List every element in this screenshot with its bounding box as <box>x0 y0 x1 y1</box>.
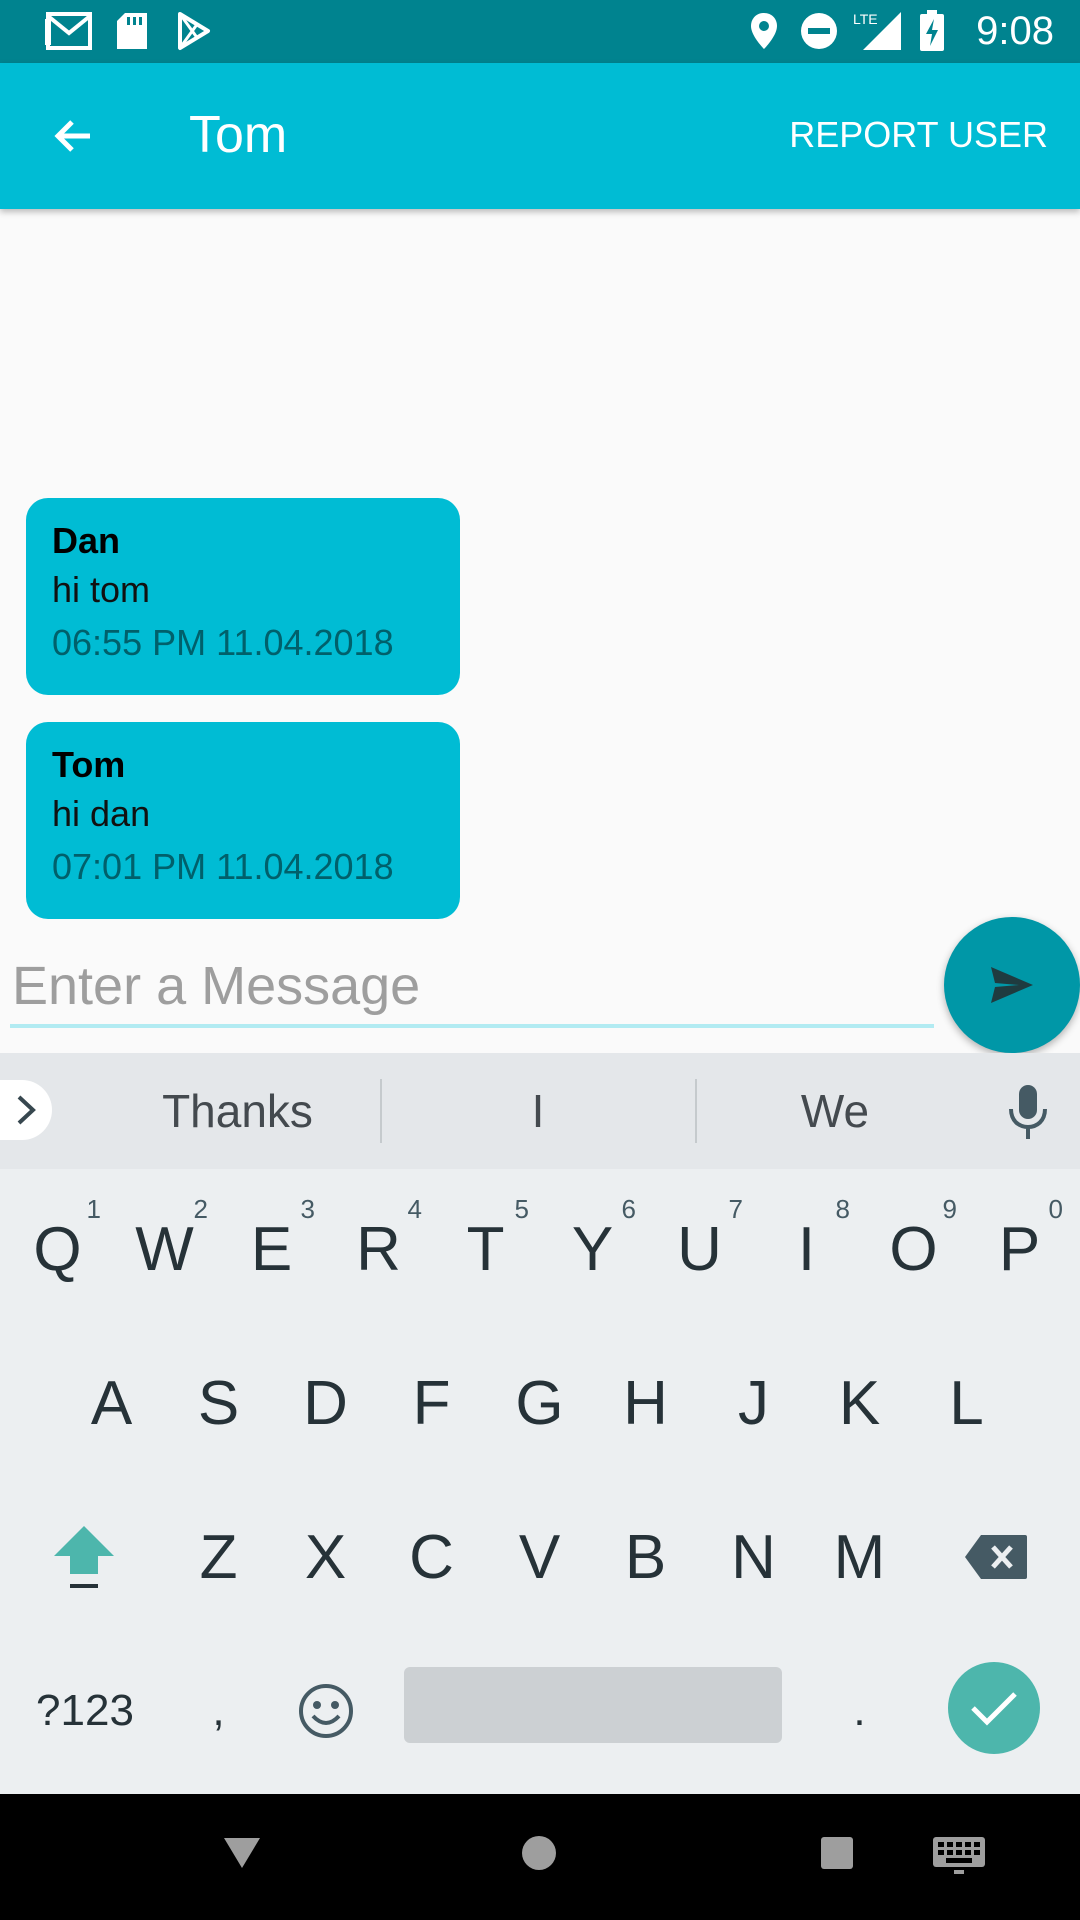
key-hint: 0 <box>1048 1194 1063 1224</box>
message-input[interactable] <box>10 948 934 1028</box>
spacebar[interactable] <box>404 1667 782 1743</box>
divider <box>695 1079 697 1143</box>
key-hint: 8 <box>835 1194 850 1224</box>
app-bar: Tom REPORT USER <box>0 63 1080 209</box>
key-label: I <box>797 1214 816 1284</box>
key-z[interactable]: Z <box>165 1482 272 1632</box>
arrow-back-icon <box>54 120 90 152</box>
suggestion-2[interactable]: I <box>438 1081 638 1141</box>
key-u[interactable]: U7 <box>646 1174 753 1324</box>
keyboard-icon[interactable] <box>932 1836 986 1874</box>
back-triangle-icon[interactable] <box>222 1836 262 1870</box>
key-hint: 9 <box>942 1194 957 1224</box>
status-bar: LTE 9:08 <box>0 0 1080 63</box>
key-y[interactable]: Y6 <box>539 1174 646 1324</box>
key-hint: 6 <box>621 1194 636 1224</box>
recents-icon[interactable] <box>820 1836 854 1870</box>
key-hint: 1 <box>86 1194 101 1224</box>
message-timestamp: 06:55 PM 11.04.2018 <box>52 622 394 663</box>
key-hint: 2 <box>193 1194 208 1224</box>
shift-icon <box>53 1526 114 1588</box>
key-label: E <box>250 1214 293 1284</box>
mic-icon[interactable] <box>1004 1083 1052 1141</box>
key-label: W <box>135 1214 194 1284</box>
battery-charging-icon <box>918 10 946 52</box>
key-p[interactable]: P0 <box>966 1174 1073 1324</box>
key-s[interactable]: S <box>165 1328 272 1478</box>
key-e[interactable]: E3 <box>218 1174 325 1324</box>
key-label: U <box>677 1214 722 1284</box>
done-button[interactable] <box>948 1662 1040 1754</box>
expand-button[interactable] <box>0 1080 52 1140</box>
key-w[interactable]: W2 <box>111 1174 218 1324</box>
message-text: hi tom <box>52 569 151 610</box>
key-j[interactable]: J <box>700 1328 807 1478</box>
signal-icon: LTE <box>852 10 904 52</box>
key-n[interactable]: N <box>700 1482 807 1632</box>
smiley-icon <box>298 1684 353 1738</box>
key-k[interactable]: K <box>806 1328 913 1478</box>
do-not-disturb-icon <box>798 10 840 52</box>
period-key[interactable]: . <box>806 1636 913 1786</box>
home-icon[interactable] <box>520 1834 558 1872</box>
key-h[interactable]: H <box>592 1328 699 1478</box>
key-x[interactable]: X <box>272 1482 379 1632</box>
backspace-icon <box>964 1535 1027 1579</box>
key-hint: 7 <box>728 1194 743 1224</box>
key-l[interactable]: L <box>913 1328 1020 1478</box>
key-hint: 5 <box>514 1194 529 1224</box>
message-text: hi dan <box>52 793 151 834</box>
key-label: P <box>998 1214 1041 1284</box>
key-d[interactable]: D <box>272 1328 379 1478</box>
clock: 9:08 <box>976 9 1054 53</box>
report-user-button[interactable]: REPORT USER <box>789 113 1048 157</box>
key-hint: 4 <box>407 1194 422 1224</box>
key-label: O <box>889 1214 938 1284</box>
shift-key[interactable] <box>30 1482 137 1632</box>
key-label: Q <box>33 1214 82 1284</box>
chevron-right-icon <box>17 1095 36 1125</box>
emoji-key[interactable] <box>272 1636 379 1786</box>
key-i[interactable]: I8 <box>753 1174 860 1324</box>
divider <box>380 1079 382 1143</box>
key-c[interactable]: C <box>378 1482 485 1632</box>
keyboard: Thanks I We Q1 W2 E3 R4 T5 Y6 U7 I8 O9 P… <box>0 1053 1080 1794</box>
key-q[interactable]: Q1 <box>4 1174 111 1324</box>
suggestion-1[interactable]: Thanks <box>140 1081 335 1141</box>
comma-key[interactable]: , <box>165 1636 272 1786</box>
key-t[interactable]: T5 <box>432 1174 539 1324</box>
message-sender: Tom <box>52 744 126 785</box>
symbols-key[interactable]: ?123 <box>30 1636 140 1786</box>
message-sender: Dan <box>52 520 121 561</box>
suggestion-3[interactable]: We <box>735 1081 935 1141</box>
page-title: Tom <box>189 106 288 164</box>
key-a[interactable]: A <box>58 1328 165 1478</box>
svg-text:LTE: LTE <box>853 11 878 27</box>
location-icon <box>748 10 780 52</box>
sd-card-icon <box>114 10 150 52</box>
check-icon <box>971 1692 1017 1726</box>
send-button[interactable] <box>944 917 1080 1053</box>
message-bubble: Tom hi dan 07:01 PM 11.04.2018 <box>26 722 460 919</box>
key-v[interactable]: V <box>486 1482 593 1632</box>
suggestion-strip: Thanks I We <box>0 1053 1080 1169</box>
key-hint: 3 <box>300 1194 315 1224</box>
key-label: R <box>356 1214 401 1284</box>
send-icon <box>991 967 1033 1003</box>
key-g[interactable]: G <box>486 1328 593 1478</box>
key-o[interactable]: O9 <box>860 1174 967 1324</box>
play-store-icon <box>174 10 214 52</box>
gmail-icon <box>44 10 94 52</box>
key-f[interactable]: F <box>378 1328 485 1478</box>
key-b[interactable]: B <box>592 1482 699 1632</box>
navigation-bar <box>0 1794 1080 1920</box>
key-label: T <box>466 1214 505 1284</box>
backspace-key[interactable] <box>942 1482 1049 1632</box>
message-bubble: Dan hi tom 06:55 PM 11.04.2018 <box>26 498 460 695</box>
key-r[interactable]: R4 <box>325 1174 432 1324</box>
key-label: Y <box>571 1214 614 1284</box>
back-button[interactable] <box>36 104 112 168</box>
key-m[interactable]: M <box>806 1482 913 1632</box>
message-timestamp: 07:01 PM 11.04.2018 <box>52 846 394 887</box>
